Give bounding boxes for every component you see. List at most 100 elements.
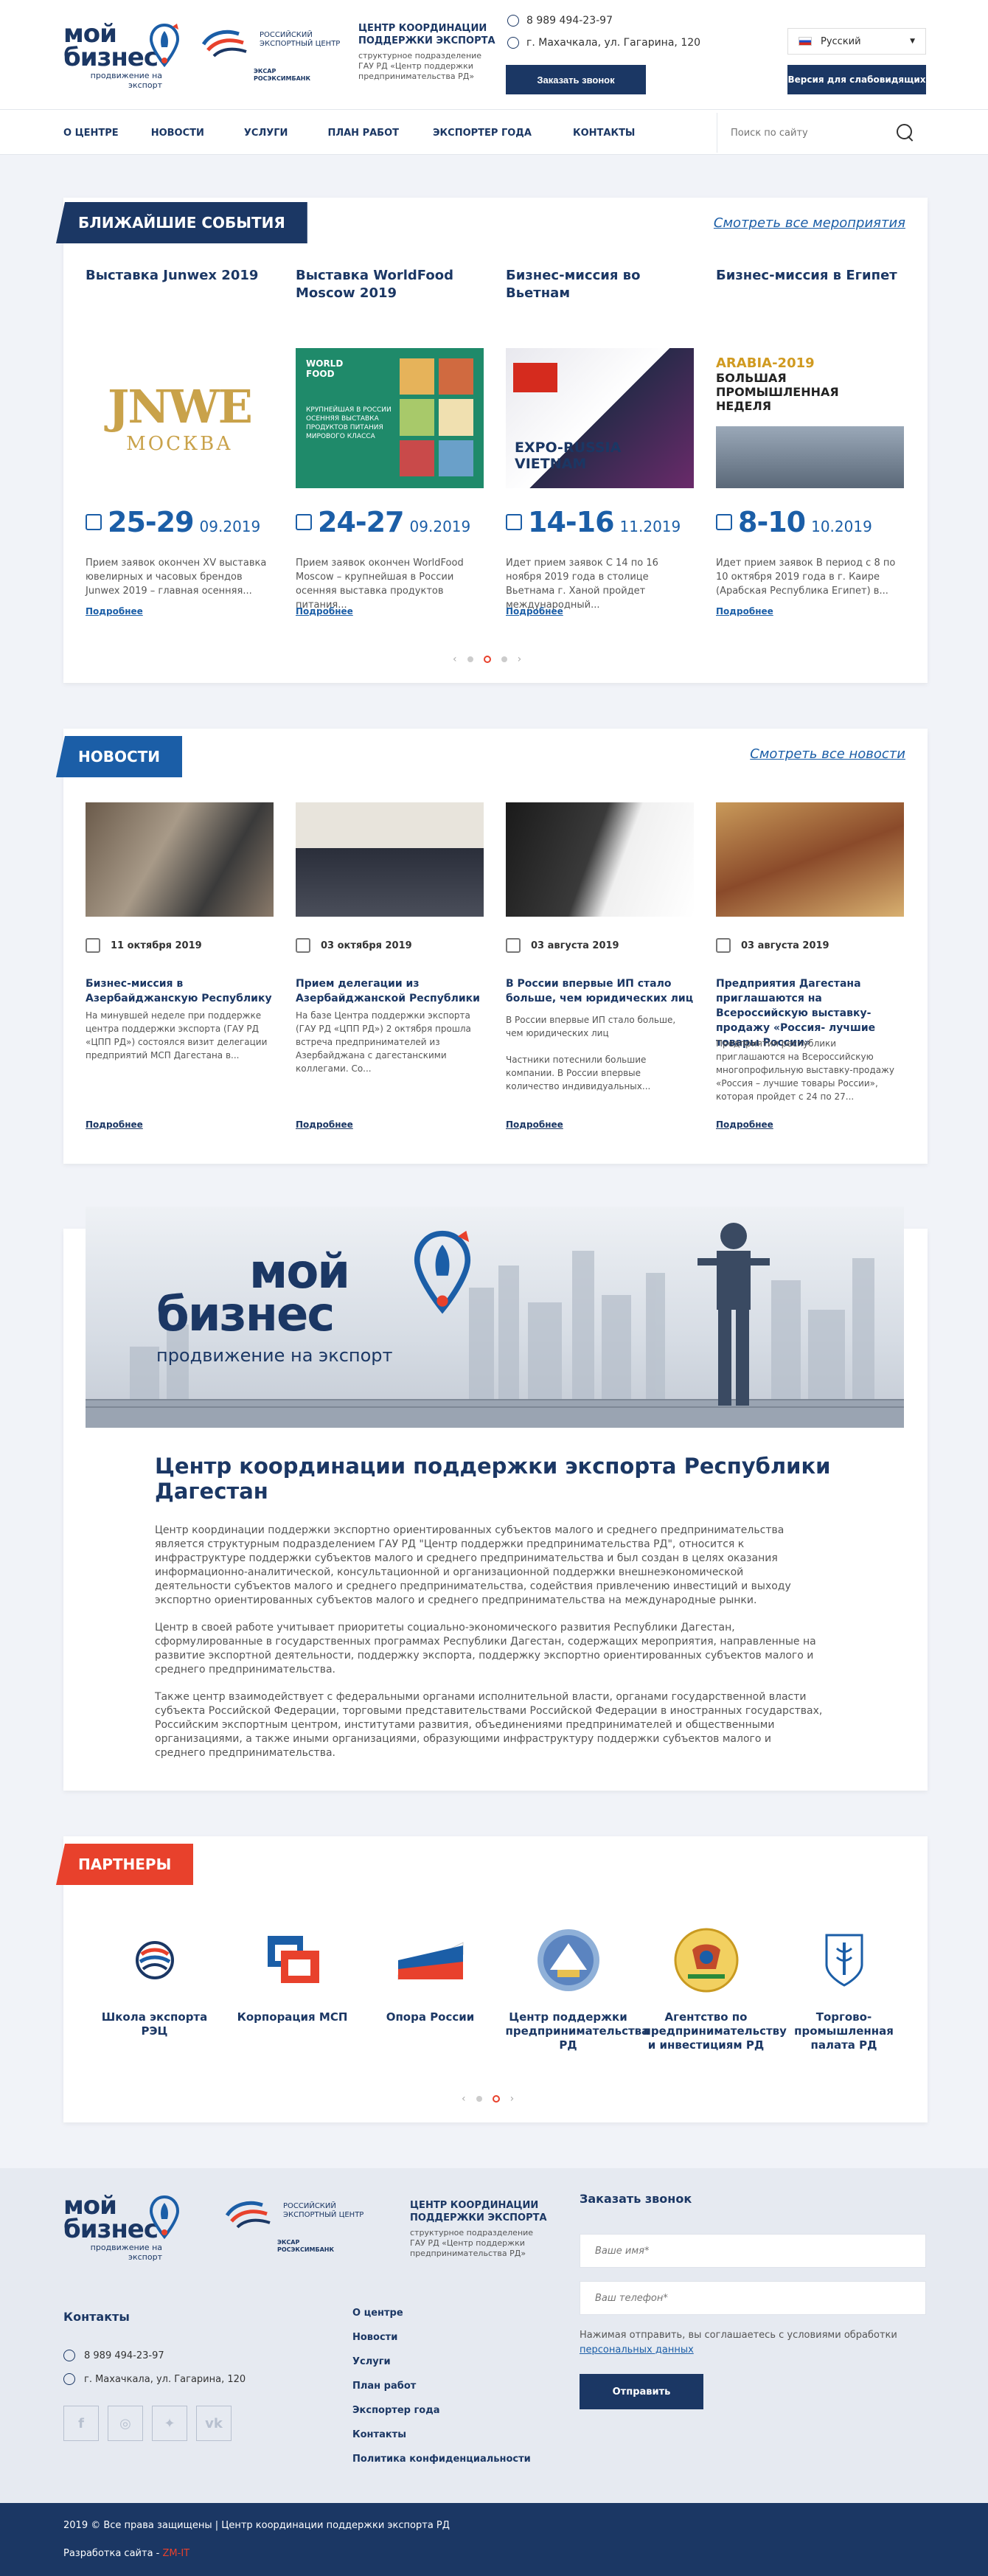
- event-image-building: [716, 426, 904, 488]
- personal-data-link[interactable]: персональных данных: [580, 2344, 694, 2355]
- news-title[interactable]: В России впервые ИП стало больше, чем юр…: [506, 976, 694, 1006]
- export-school-logo[interactable]: [119, 1925, 190, 1996]
- see-all-events-link[interactable]: Смотреть все мероприятия: [714, 215, 905, 231]
- nav-item-about[interactable]: О центре: [63, 128, 119, 139]
- developer-link[interactable]: ZM-IT: [163, 2548, 190, 2559]
- chamber-of-commerce-logo[interactable]: [809, 1925, 880, 1996]
- event-image-caption-2: VIETNAM: [515, 456, 587, 472]
- footer-rec-logo[interactable]: РОССИЙСКИЙ ЭКСПОРТНЫЙ ЦЕНТР ЭКСАР РОСЭКС…: [224, 2198, 372, 2257]
- footer-menu-plan[interactable]: План работ: [352, 2380, 531, 2393]
- low-vision-button[interactable]: Версия для слабовидящих: [787, 65, 926, 94]
- cpp-rd-logo[interactable]: [533, 1925, 604, 1996]
- news-image[interactable]: [506, 802, 694, 917]
- order-call-button[interactable]: Заказать звонок: [506, 65, 646, 94]
- news-card[interactable]: 03 августа 2019 Предприятия Дагестана пр…: [716, 802, 904, 1156]
- partners-label: ПАРТНЕРЫ: [56, 1844, 194, 1885]
- footer-menu-exporter[interactable]: Экспортер года: [352, 2404, 531, 2417]
- chevron-left-icon[interactable]: ‹: [453, 653, 457, 665]
- moy-biznes-logo[interactable]: мой бизнес продвижение на экспорт: [63, 21, 181, 90]
- investment-agency-logo[interactable]: [671, 1925, 742, 1996]
- nav-item-news[interactable]: Новости: [151, 128, 204, 139]
- news-more-link[interactable]: Подробнее: [296, 1119, 353, 1130]
- news-image[interactable]: [716, 802, 904, 917]
- nav-item-services[interactable]: Услуги: [244, 128, 288, 139]
- chevron-right-icon[interactable]: ›: [518, 653, 522, 665]
- pagination-dot[interactable]: [501, 656, 507, 662]
- event-image[interactable]: WORLD FOOD КРУПНЕЙШАЯ В РОССИИ ОСЕННЯЯ В…: [296, 348, 484, 488]
- event-more-link[interactable]: Подробнее: [86, 606, 143, 617]
- news-image[interactable]: [86, 802, 274, 917]
- twitter-icon[interactable]: ✦: [152, 2406, 187, 2441]
- news-label: НОВОСТИ: [56, 736, 183, 777]
- news-title[interactable]: Бизнес-миссия в Азербайджанскую Республи…: [86, 976, 274, 1006]
- event-title[interactable]: Выставка WorldFood Moscow 2019: [296, 267, 484, 341]
- see-all-news-link[interactable]: Смотреть все новости: [750, 746, 905, 762]
- event-more-link[interactable]: Подробнее: [506, 606, 563, 617]
- event-title[interactable]: Бизнес-миссия во Вьетнам: [506, 267, 694, 341]
- phone-field[interactable]: [580, 2281, 926, 2315]
- partner-card[interactable]: Центр поддержки предпринимательства РД: [499, 1925, 649, 2052]
- partners-pagination: ‹ ›: [462, 2093, 514, 2105]
- news-more-link[interactable]: Подробнее: [506, 1119, 563, 1130]
- vk-icon[interactable]: vk: [196, 2406, 232, 2441]
- event-card[interactable]: Бизнес-миссия в Египет ARABIA-2019 БОЛЬШ…: [716, 267, 904, 650]
- language-value: Русский: [821, 35, 861, 47]
- msp-corporation-logo[interactable]: [257, 1925, 328, 1996]
- nav-item-plan[interactable]: План работ: [327, 128, 399, 139]
- rec-logo[interactable]: РОССИЙСКИЙ ЭКСПОРТНЫЙ ЦЕНТР ЭКСАР РОСЭКС…: [201, 27, 341, 86]
- pagination-dot-active[interactable]: [492, 2095, 500, 2103]
- footer-menu-contacts[interactable]: Контакты: [352, 2429, 531, 2442]
- footer-menu-privacy[interactable]: Политика конфиденциальности: [352, 2453, 531, 2466]
- name-field[interactable]: [580, 2234, 926, 2268]
- event-card[interactable]: Выставка Junwex 2019 JNWE МОСКВА 25-29 0…: [86, 267, 274, 650]
- footer-menu-services[interactable]: Услуги: [352, 2355, 531, 2369]
- news-more-link[interactable]: Подробнее: [86, 1119, 143, 1130]
- event-more-link[interactable]: Подробнее: [296, 606, 353, 617]
- partner-card[interactable]: Школа экспорта РЭЦ: [86, 1925, 223, 2052]
- footer-logo[interactable]: мой бизнес продвижение на экспорт: [63, 2193, 196, 2268]
- pagination-dot-active[interactable]: [483, 656, 491, 663]
- footer: мой бизнес продвижение на экспорт РОССИЙ…: [0, 2168, 988, 2503]
- event-title[interactable]: Бизнес-миссия в Египет: [716, 267, 904, 341]
- event-date: 8-10 10.2019: [716, 506, 872, 538]
- event-title[interactable]: Выставка Junwex 2019: [86, 267, 274, 341]
- event-image[interactable]: EXPO-RUSSIA VIETNAM: [506, 348, 694, 488]
- submit-button[interactable]: Отправить: [580, 2374, 703, 2409]
- pagination-dot[interactable]: [467, 656, 473, 662]
- event-card[interactable]: Бизнес-миссия во Вьетнам EXPO-RUSSIA VIE…: [506, 267, 694, 650]
- opora-russia-logo[interactable]: [395, 1925, 466, 1996]
- event-card[interactable]: Выставка WorldFood Moscow 2019 WORLD FOO…: [296, 267, 484, 650]
- news-title[interactable]: Прием делегации из Азербайджанской Респу…: [296, 976, 484, 1006]
- partner-card[interactable]: Корпорация МСП: [223, 1925, 361, 2052]
- news-more-link[interactable]: Подробнее: [716, 1119, 773, 1130]
- partner-card[interactable]: Торгово-промышленная палата РД: [775, 1925, 913, 2052]
- nav-item-contacts[interactable]: Контакты: [573, 128, 635, 139]
- search-input[interactable]: [731, 127, 897, 139]
- partner-card[interactable]: Опора России: [361, 1925, 499, 2052]
- about-section: мой бизнес продвижение на экспорт Центр …: [63, 1207, 928, 1791]
- chevron-right-icon[interactable]: ›: [510, 2093, 515, 2105]
- callback-form: Заказать звонок Нажимая отправить, вы со…: [580, 2192, 926, 2409]
- chevron-left-icon[interactable]: ‹: [462, 2093, 466, 2105]
- instagram-icon[interactable]: ◎: [108, 2406, 143, 2441]
- news-image[interactable]: [296, 802, 484, 917]
- news-card[interactable]: 11 октября 2019 Бизнес-миссия в Азербайд…: [86, 802, 274, 1156]
- copyright: 2019 © Все права защищены | Центр коорди…: [63, 2520, 450, 2531]
- partner-card[interactable]: Агентство по предпринимательству и инвес…: [637, 1925, 787, 2052]
- footer-menu-about[interactable]: О центре: [352, 2307, 531, 2320]
- event-image[interactable]: JNWE МОСКВА: [86, 348, 274, 488]
- footer-phone[interactable]: 8 989 494-23-97: [63, 2350, 164, 2361]
- footer-address-text: г. Махачкала, ул. Гагарина, 120: [84, 2373, 246, 2385]
- language-select[interactable]: Русский ▼: [787, 28, 926, 55]
- event-more-link[interactable]: Подробнее: [716, 606, 773, 617]
- event-image[interactable]: ARABIA-2019 БОЛЬШАЯ ПРОМЫШЛЕННАЯ НЕДЕЛЯ: [716, 348, 904, 488]
- footer-address: г. Махачкала, ул. Гагарина, 120: [63, 2373, 246, 2385]
- footer-menu-news[interactable]: Новости: [352, 2331, 531, 2344]
- header-phone[interactable]: 8 989 494-23-97: [507, 15, 613, 27]
- search-icon[interactable]: [897, 124, 914, 142]
- news-card[interactable]: 03 октября 2019 Прием делегации из Азерб…: [296, 802, 484, 1156]
- pagination-dot[interactable]: [476, 2096, 482, 2102]
- nav-item-exporter[interactable]: Экспортер года: [433, 128, 532, 139]
- news-card[interactable]: 03 августа 2019 В России впервые ИП стал…: [506, 802, 694, 1156]
- facebook-icon[interactable]: f: [63, 2406, 99, 2441]
